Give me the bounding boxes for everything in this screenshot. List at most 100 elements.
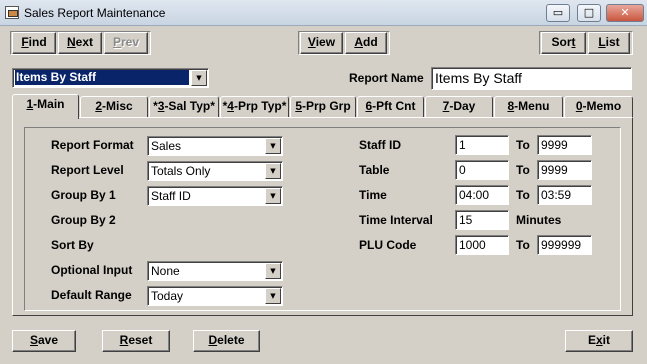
tab-menu[interactable]: 8-Menu	[494, 96, 563, 117]
optional-input-label: Optional Input	[51, 263, 133, 277]
group-by-2-label: Group By 2	[51, 213, 116, 227]
sort-button[interactable]: Sort	[541, 32, 586, 54]
chevron-down-icon[interactable]: ▼	[191, 70, 207, 86]
time-from-input[interactable]: 04:00	[455, 185, 509, 205]
exit-hotkey: x	[595, 333, 603, 347]
tab-day[interactable]: 7-Day	[425, 96, 493, 117]
list-button[interactable]: List	[588, 32, 630, 54]
find-hotkey: F	[21, 35, 29, 49]
tab-main[interactable]: 1-Main	[12, 94, 79, 119]
time-interval-input[interactable]: 15	[455, 210, 509, 230]
tab-memo[interactable]: 0-Memo	[564, 96, 633, 117]
default-range-select[interactable]: Today ▼	[147, 286, 283, 306]
report-level-value: Totals Only	[151, 164, 211, 178]
tab-memo-hotkey: 0	[575, 99, 583, 113]
tab-pft-cnt-label: -Pft Cnt	[372, 99, 416, 113]
report-level-select[interactable]: Totals Only ▼	[147, 161, 283, 181]
add-label: dd	[363, 35, 378, 49]
minimize-button[interactable]: ▭	[546, 4, 570, 22]
view-hotkey: V	[307, 35, 316, 49]
time-interval-unit: Minutes	[516, 213, 562, 227]
exit-button[interactable]: Exit	[565, 330, 633, 352]
staff-id-from-input[interactable]: 1	[455, 135, 509, 155]
view-label: iew	[315, 35, 336, 49]
next-button[interactable]: Next	[58, 32, 102, 54]
add-button[interactable]: Add	[345, 32, 387, 54]
tab-misc-label: -Misc	[102, 99, 133, 113]
reset-hotkey: R	[119, 333, 129, 347]
time-to-input[interactable]: 03:59	[537, 185, 592, 205]
list-hotkey: L	[598, 35, 606, 49]
next-hotkey: N	[66, 35, 76, 49]
plu-code-label: PLU Code	[359, 238, 417, 252]
tab-misc[interactable]: 2-Misc	[80, 96, 148, 117]
report-name-input[interactable]: Items By Staff	[431, 67, 632, 90]
tab-misc-hotkey: 2	[95, 99, 102, 113]
delete-button[interactable]: Delete	[193, 330, 260, 352]
tab-sal-typ[interactable]: *3-Sal Typ*	[149, 96, 219, 117]
table-to-label: To	[516, 163, 530, 177]
chevron-down-icon[interactable]: ▼	[265, 288, 281, 304]
report-level-label: Report Level	[51, 163, 124, 177]
prev-hotkey: P	[112, 35, 121, 49]
report-format-value: Sales	[151, 139, 182, 153]
next-label: ext	[75, 35, 93, 49]
report-select-value: Items By Staff	[15, 70, 189, 85]
staff-id-to-label: To	[516, 138, 530, 152]
close-button[interactable]: ✕	[606, 4, 644, 22]
chevron-down-icon[interactable]: ▼	[265, 138, 281, 154]
tab-main-label: -Main	[33, 97, 65, 111]
tab-prp-typ-label: -Prp Typ*	[233, 99, 287, 113]
find-label: ind	[28, 35, 47, 49]
chevron-down-icon[interactable]: ▼	[265, 188, 281, 204]
plu-code-to-input[interactable]: 999999	[537, 235, 592, 255]
save-label: ave	[37, 333, 59, 347]
tab-menu-label: -Menu	[514, 99, 550, 113]
report-format-label: Report Format	[51, 138, 134, 152]
group-by-1-label: Group By 1	[51, 188, 116, 202]
maximize-button[interactable]: □	[577, 4, 601, 22]
delete-hotkey: D	[208, 333, 218, 347]
save-button[interactable]: Save	[12, 330, 76, 352]
report-select[interactable]: Items By Staff ▼	[12, 68, 209, 88]
table-to-input[interactable]: 9999	[537, 160, 592, 180]
sort-by-label: Sort By	[51, 238, 94, 252]
optional-input-select[interactable]: None ▼	[147, 261, 283, 281]
default-range-value: Today	[151, 289, 184, 303]
reset-label: eset	[128, 333, 153, 347]
prev-label: rev	[120, 35, 140, 49]
plu-code-to-label: To	[516, 238, 530, 252]
tab-sal-typ-label: -Sal Typ*	[164, 99, 215, 113]
list-label: ist	[605, 35, 620, 49]
find-button[interactable]: Find	[12, 32, 56, 54]
tab-prp-typ[interactable]: *4-Prp Typ*	[220, 96, 289, 117]
optional-input-value: None	[151, 264, 180, 278]
group-by-1-select[interactable]: Staff ID ▼	[147, 186, 283, 206]
time-to-label: To	[516, 188, 530, 202]
delete-label: elete	[217, 333, 245, 347]
report-name-label: Report Name	[349, 71, 424, 85]
table-label: Table	[359, 163, 390, 177]
plu-code-from-input[interactable]: 1000	[455, 235, 509, 255]
exit-label: it	[602, 333, 611, 347]
add-hotkey: A	[354, 35, 363, 49]
group-by-1-value: Staff ID	[151, 189, 191, 203]
tab-prp-typ-hotkey: 4	[227, 99, 234, 113]
prev-button[interactable]: Prev	[104, 32, 148, 54]
tab-prp-grp-label: -Prp Grp	[302, 99, 351, 113]
view-button[interactable]: View	[300, 32, 343, 54]
tab-memo-label: -Memo	[582, 99, 622, 113]
staff-id-to-input[interactable]: 9999	[537, 135, 592, 155]
tab-prp-grp-hotkey: 5	[295, 99, 302, 113]
tab-prp-grp[interactable]: 5-Prp Grp	[290, 96, 356, 117]
time-label: Time	[359, 188, 387, 202]
app-icon	[5, 6, 19, 19]
table-from-input[interactable]: 0	[455, 160, 509, 180]
report-format-select[interactable]: Sales ▼	[147, 136, 283, 156]
tab-pft-cnt[interactable]: 6-Pft Cnt	[357, 96, 424, 117]
chevron-down-icon[interactable]: ▼	[265, 263, 281, 279]
sort-hotkey: t	[571, 35, 576, 49]
reset-button[interactable]: Reset	[102, 330, 170, 352]
chevron-down-icon[interactable]: ▼	[265, 163, 281, 179]
default-range-label: Default Range	[51, 288, 132, 302]
